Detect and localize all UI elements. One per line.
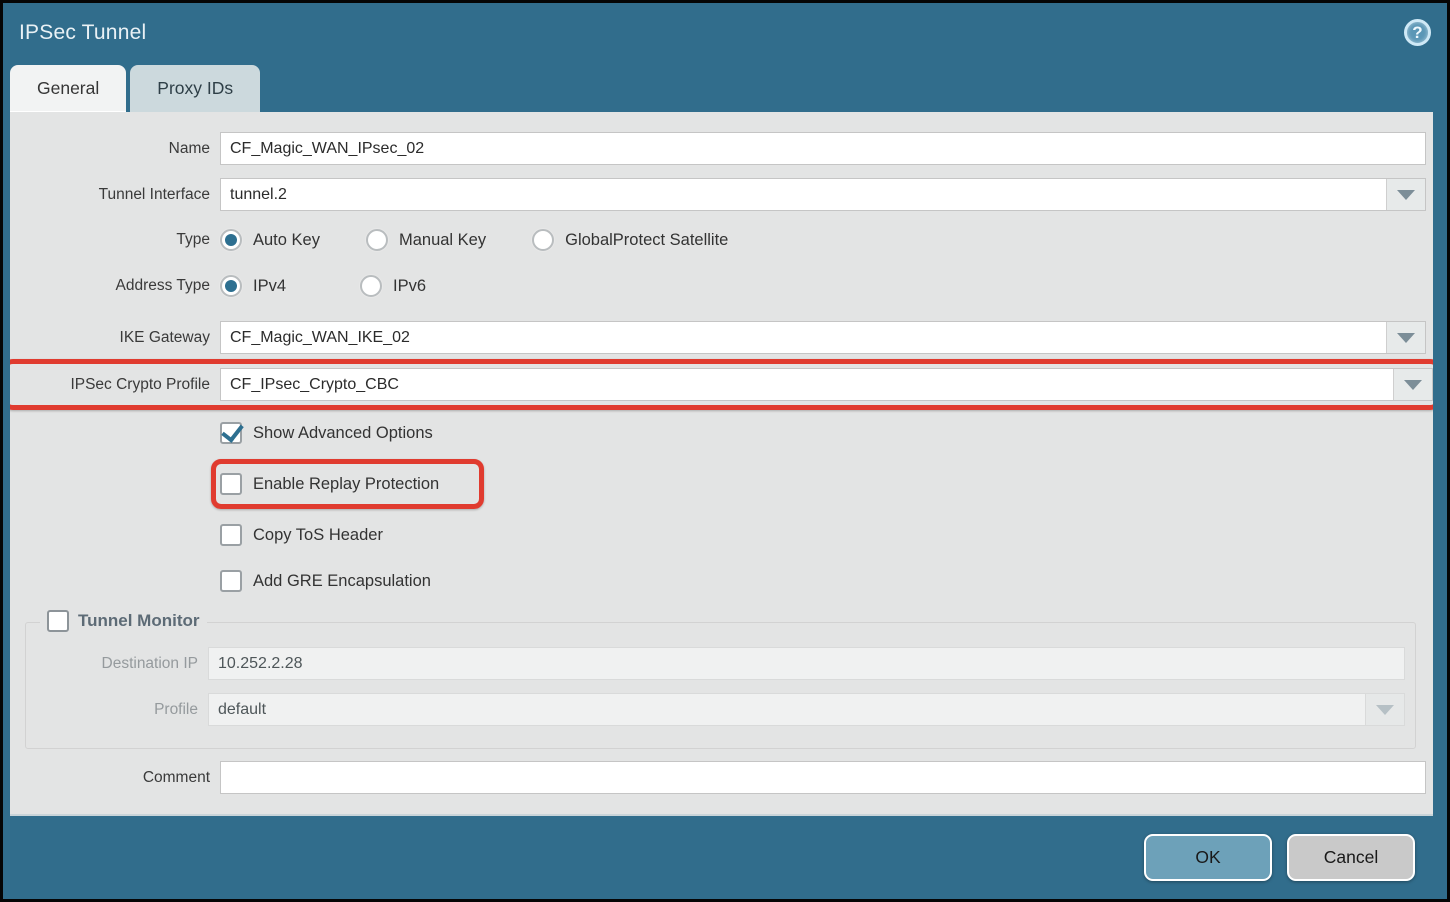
ipsec-crypto-profile-dropdown-button[interactable] <box>1393 369 1432 400</box>
name-label: Name <box>10 140 210 158</box>
ike-gateway-input[interactable] <box>221 322 1386 353</box>
ipsec-crypto-profile-row: IPSec Crypto Profile <box>10 368 1433 401</box>
dialog-titlebar: IPSec Tunnel ? <box>3 3 1447 62</box>
tab-general[interactable]: General <box>10 65 126 112</box>
add-gre-encapsulation-checkbox[interactable] <box>220 570 242 592</box>
add-gre-encapsulation-row: Add GRE Encapsulation <box>10 570 1426 592</box>
address-type-row: Address Type IPv4 IPv6 <box>10 275 1426 297</box>
chevron-down-icon <box>1376 705 1394 715</box>
enable-replay-protection-checkbox[interactable] <box>220 473 242 495</box>
chevron-down-icon <box>1397 333 1415 343</box>
copy-tos-header-checkbox[interactable] <box>220 524 242 546</box>
type-option-globalprotect-satellite[interactable]: GlobalProtect Satellite <box>532 229 728 251</box>
tab-bar: General Proxy IDs <box>3 62 1447 112</box>
address-type-label: Address Type <box>10 277 210 295</box>
tunnel-monitor-group: Tunnel Monitor Destination IP Profile <box>25 622 1416 749</box>
enable-replay-protection-row: Enable Replay Protection <box>10 468 1426 500</box>
name-input[interactable] <box>220 132 1426 165</box>
copy-tos-header-row: Copy ToS Header <box>10 524 1426 546</box>
help-icon[interactable]: ? <box>1404 19 1431 46</box>
chevron-down-icon <box>1397 190 1415 200</box>
type-option-manual-key[interactable]: Manual Key <box>366 229 486 251</box>
comment-input[interactable] <box>220 761 1426 794</box>
profile-row: Profile <box>26 693 1405 726</box>
radio-ipv6[interactable] <box>360 275 382 297</box>
dialog-title: IPSec Tunnel <box>19 21 146 45</box>
dialog-footer: OK Cancel <box>3 816 1447 899</box>
chevron-down-icon <box>1404 380 1422 390</box>
ok-button[interactable]: OK <box>1144 834 1272 881</box>
ike-gateway-row: IKE Gateway <box>10 321 1426 354</box>
radio-ipv4[interactable] <box>220 275 242 297</box>
name-row: Name <box>10 132 1426 165</box>
profile-dropdown-button <box>1365 694 1404 725</box>
tab-proxy-ids[interactable]: Proxy IDs <box>130 65 260 112</box>
type-option-auto-key[interactable]: Auto Key <box>220 229 320 251</box>
ipsec-crypto-profile-label: IPSec Crypto Profile <box>10 376 210 394</box>
ike-gateway-label: IKE Gateway <box>10 329 210 347</box>
profile-combo <box>208 693 1405 726</box>
tunnel-monitor-legend: Tunnel Monitor <box>40 610 207 632</box>
copy-tos-header-option[interactable]: Copy ToS Header <box>220 524 383 546</box>
tunnel-interface-row: Tunnel Interface <box>10 178 1426 211</box>
comment-row: Comment <box>10 761 1426 794</box>
enable-replay-protection-option[interactable]: Enable Replay Protection <box>220 473 439 495</box>
highlight-annotation-crypto-profile: IPSec Crypto Profile <box>10 359 1433 410</box>
tab-proxy-ids-label: Proxy IDs <box>157 78 233 99</box>
show-advanced-options-option[interactable]: Show Advanced Options <box>220 422 433 444</box>
ipsec-tunnel-dialog: IPSec Tunnel ? General Proxy IDs Name Tu… <box>0 0 1450 902</box>
tab-general-label: General <box>37 78 99 99</box>
tunnel-interface-label: Tunnel Interface <box>10 186 210 204</box>
tunnel-interface-dropdown-button[interactable] <box>1386 179 1425 210</box>
add-gre-encapsulation-option[interactable]: Add GRE Encapsulation <box>220 570 431 592</box>
tunnel-interface-combo <box>220 178 1426 211</box>
profile-input <box>209 694 1365 725</box>
ike-gateway-combo <box>220 321 1426 354</box>
ipsec-crypto-profile-input[interactable] <box>221 369 1393 400</box>
type-label: Type <box>10 231 210 249</box>
radio-auto-key[interactable] <box>220 229 242 251</box>
show-advanced-options-checkbox[interactable] <box>220 422 242 444</box>
ike-gateway-dropdown-button[interactable] <box>1386 322 1425 353</box>
destination-ip-label: Destination IP <box>26 655 198 673</box>
highlight-annotation-replay-protection: Enable Replay Protection <box>211 459 484 509</box>
address-type-option-ipv6[interactable]: IPv6 <box>360 275 426 297</box>
type-row: Type Auto Key Manual Key GlobalProtect S… <box>10 229 1426 251</box>
tunnel-monitor-checkbox[interactable] <box>47 610 69 632</box>
destination-ip-row: Destination IP <box>26 647 1405 680</box>
radio-globalprotect-satellite[interactable] <box>532 229 554 251</box>
profile-label: Profile <box>26 701 198 719</box>
address-type-option-ipv4[interactable]: IPv4 <box>220 275 286 297</box>
show-advanced-options-row: Show Advanced Options <box>10 422 1426 444</box>
comment-label: Comment <box>10 769 210 787</box>
tunnel-interface-input[interactable] <box>221 179 1386 210</box>
ipsec-crypto-profile-combo <box>220 368 1433 401</box>
radio-manual-key[interactable] <box>366 229 388 251</box>
destination-ip-input <box>208 647 1405 680</box>
cancel-button[interactable]: Cancel <box>1287 834 1415 881</box>
general-tab-panel: Name Tunnel Interface Type A <box>10 112 1433 816</box>
